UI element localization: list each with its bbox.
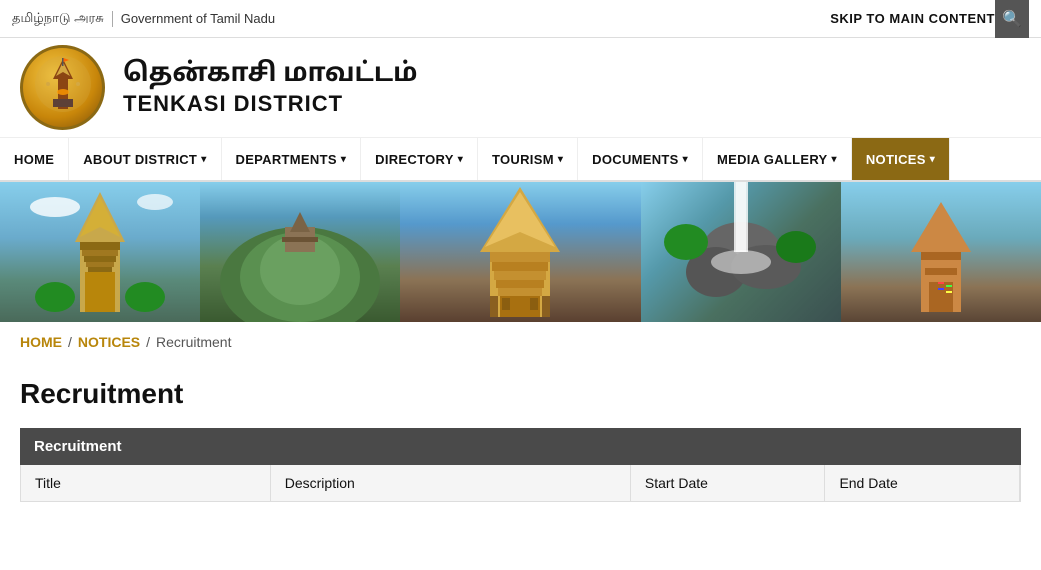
chevron-down-icon: ▾ — [930, 154, 935, 165]
col-header-title: Title — [21, 465, 271, 501]
nav-about-label: ABOUT DISTRICT — [83, 152, 197, 167]
logo — [20, 45, 105, 130]
main-nav: HOME ABOUT DISTRICT ▾ DEPARTMENTS ▾ DIRE… — [0, 138, 1041, 182]
col-header-end-date: End Date — [825, 465, 1020, 501]
nav-tourism-label: TOURISM — [492, 152, 554, 167]
english-govt-label: Government of Tamil Nadu — [121, 11, 275, 26]
recruitment-table-section: Recruitment Title Description Start Date… — [20, 428, 1021, 502]
site-header: தென்காசி மாவட்டம் TENKASI DISTRICT — [0, 38, 1041, 138]
district-name-tamil: தென்காசி மாவட்டம் — [123, 58, 418, 91]
chevron-down-icon: ▾ — [832, 154, 837, 165]
logo-emblem — [33, 54, 93, 121]
chevron-down-icon: ▾ — [201, 154, 206, 165]
page-title-section: Recruitment — [0, 362, 1041, 418]
breadcrumb-separator-1: / — [68, 334, 72, 350]
banner-panel-4 — [641, 182, 841, 322]
nav-home-label: HOME — [14, 152, 54, 167]
logo-svg — [33, 54, 93, 114]
breadcrumb-separator-2: / — [146, 334, 150, 350]
nav-directory-label: DIRECTORY — [375, 152, 454, 167]
breadcrumb-current-page: Recruitment — [156, 334, 231, 350]
top-bar: தமிழ்நாடு அரசு Government of Tamil Nadu … — [0, 0, 1041, 38]
nav-directory[interactable]: DIRECTORY ▾ — [361, 138, 478, 180]
banner-panel-1 — [0, 182, 200, 322]
breadcrumb: HOME / NOTICES / Recruitment — [0, 322, 1041, 362]
divider — [112, 11, 113, 27]
skip-to-content-link[interactable]: SKIP TO MAIN CONTENT — [830, 11, 995, 26]
nav-notices-label: NOTICES — [866, 152, 926, 167]
nav-departments-label: DEPARTMENTS — [236, 152, 337, 167]
nav-documents-label: DOCUMENTS — [592, 152, 678, 167]
govt-label-group: தமிழ்நாடு அரசு Government of Tamil Nadu — [12, 10, 275, 27]
page-title: Recruitment — [20, 378, 183, 410]
nav-home[interactable]: HOME — [0, 138, 69, 180]
nav-media-label: MEDIA GALLERY — [717, 152, 828, 167]
breadcrumb-home-link[interactable]: HOME — [20, 334, 62, 350]
hero-banner — [0, 182, 1041, 322]
nav-documents[interactable]: DOCUMENTS ▾ — [578, 138, 703, 180]
nav-departments[interactable]: DEPARTMENTS ▾ — [222, 138, 362, 180]
banner-panel-5 — [841, 182, 1041, 322]
search-button[interactable]: 🔍 — [995, 0, 1029, 38]
chevron-down-icon: ▾ — [683, 154, 688, 165]
col-header-start-date: Start Date — [631, 465, 826, 501]
nav-media-gallery[interactable]: MEDIA GALLERY ▾ — [703, 138, 852, 180]
chevron-down-icon: ▾ — [341, 154, 346, 165]
tamil-govt-label: தமிழ்நாடு அரசு — [12, 10, 104, 27]
search-icon: 🔍 — [1002, 9, 1022, 29]
banner-panel-2 — [200, 182, 400, 322]
table-column-headers: Title Description Start Date End Date — [20, 465, 1021, 502]
breadcrumb-notices-link[interactable]: NOTICES — [78, 334, 140, 350]
chevron-down-icon: ▾ — [458, 154, 463, 165]
table-section-header: Recruitment — [20, 428, 1021, 465]
banner-panel-3 — [400, 182, 640, 322]
district-name-english: TENKASI DISTRICT — [123, 91, 418, 117]
chevron-down-icon: ▾ — [558, 154, 563, 165]
col-header-description: Description — [271, 465, 631, 501]
header-text-group: தென்காசி மாவட்டம் TENKASI DISTRICT — [123, 58, 418, 117]
nav-notices[interactable]: NOTICES ▾ — [852, 138, 950, 180]
nav-about-district[interactable]: ABOUT DISTRICT ▾ — [69, 138, 221, 180]
nav-tourism[interactable]: TOURISM ▾ — [478, 138, 578, 180]
